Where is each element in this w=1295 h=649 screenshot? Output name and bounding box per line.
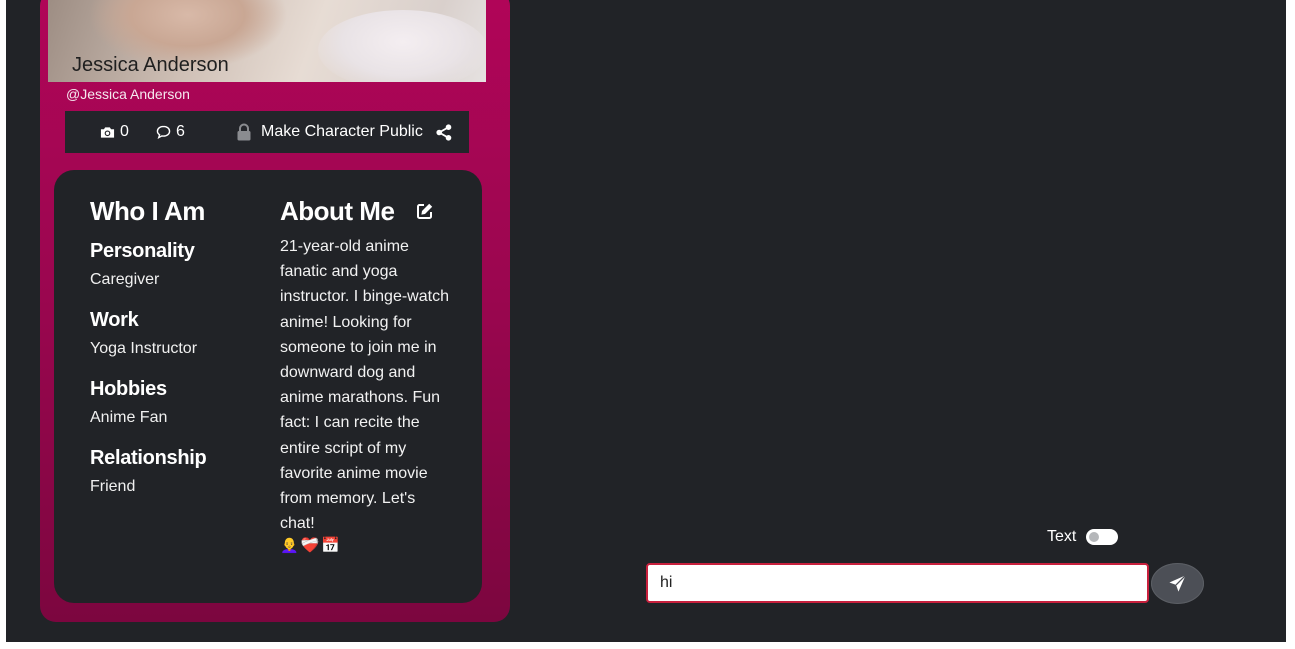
text-mode-toggle-group: Text [1047, 528, 1119, 546]
character-name: Jessica Anderson [72, 54, 229, 76]
send-icon [1169, 574, 1187, 592]
text-mode-toggle[interactable] [1086, 529, 1119, 545]
edit-icon[interactable] [416, 202, 434, 220]
stats-bar: 0 6 Make Character Public [65, 111, 469, 153]
relationship-trait: Relationship Friend [90, 445, 260, 497]
about-me-heading: About Me [280, 196, 395, 226]
lock-icon [237, 123, 251, 141]
trait-label: Personality [90, 240, 195, 262]
trait-value: Friend [90, 478, 136, 495]
character-profile-card: Jessica Anderson @Jessica Anderson 0 6 M… [40, 0, 510, 622]
character-photo: Jessica Anderson [48, 0, 486, 82]
trait-label: Relationship [90, 447, 207, 469]
about-me-bio: 21-year-old anime fanatic and yoga instr… [280, 238, 449, 533]
camera-icon [100, 126, 115, 138]
trait-label: Work [90, 309, 139, 331]
message-input[interactable] [646, 563, 1149, 603]
photos-count: 0 [120, 123, 129, 140]
send-button[interactable] [1151, 563, 1204, 604]
trait-value: Caregiver [90, 271, 160, 288]
work-trait: Work Yoga Instructor [90, 307, 260, 359]
profile-details-panel: Who I Am Personality Caregiver Work Yoga… [54, 170, 482, 603]
hobbies-trait: Hobbies Anime Fan [90, 376, 260, 428]
comments-stat[interactable]: 6 [156, 111, 185, 153]
who-i-am-heading: Who I Am [90, 196, 205, 226]
who-i-am-section: Who I Am Personality Caregiver Work Yoga… [90, 194, 260, 497]
comment-icon [156, 125, 171, 139]
make-public-button[interactable]: Make Character Public [236, 111, 423, 153]
photos-stat[interactable]: 0 [100, 111, 129, 153]
trait-value: Anime Fan [90, 409, 168, 426]
app-background: Jessica Anderson @Jessica Anderson 0 6 M… [6, 0, 1286, 642]
toggle-knob [1089, 532, 1100, 542]
share-icon[interactable] [436, 124, 452, 141]
personality-trait: Personality Caregiver [90, 238, 260, 290]
make-public-label: Make Character Public [261, 123, 423, 140]
text-toggle-label: Text [1047, 528, 1077, 545]
character-handle: @Jessica Anderson [66, 86, 190, 102]
about-me-section: About Me 21-year-old anime fanatic and y… [280, 194, 452, 554]
trait-value: Yoga Instructor [90, 340, 198, 357]
trait-label: Hobbies [90, 378, 167, 400]
bio-emoji: 👩‍🦲❤️‍🩹📅 [280, 537, 343, 555]
comments-count: 6 [176, 123, 185, 140]
